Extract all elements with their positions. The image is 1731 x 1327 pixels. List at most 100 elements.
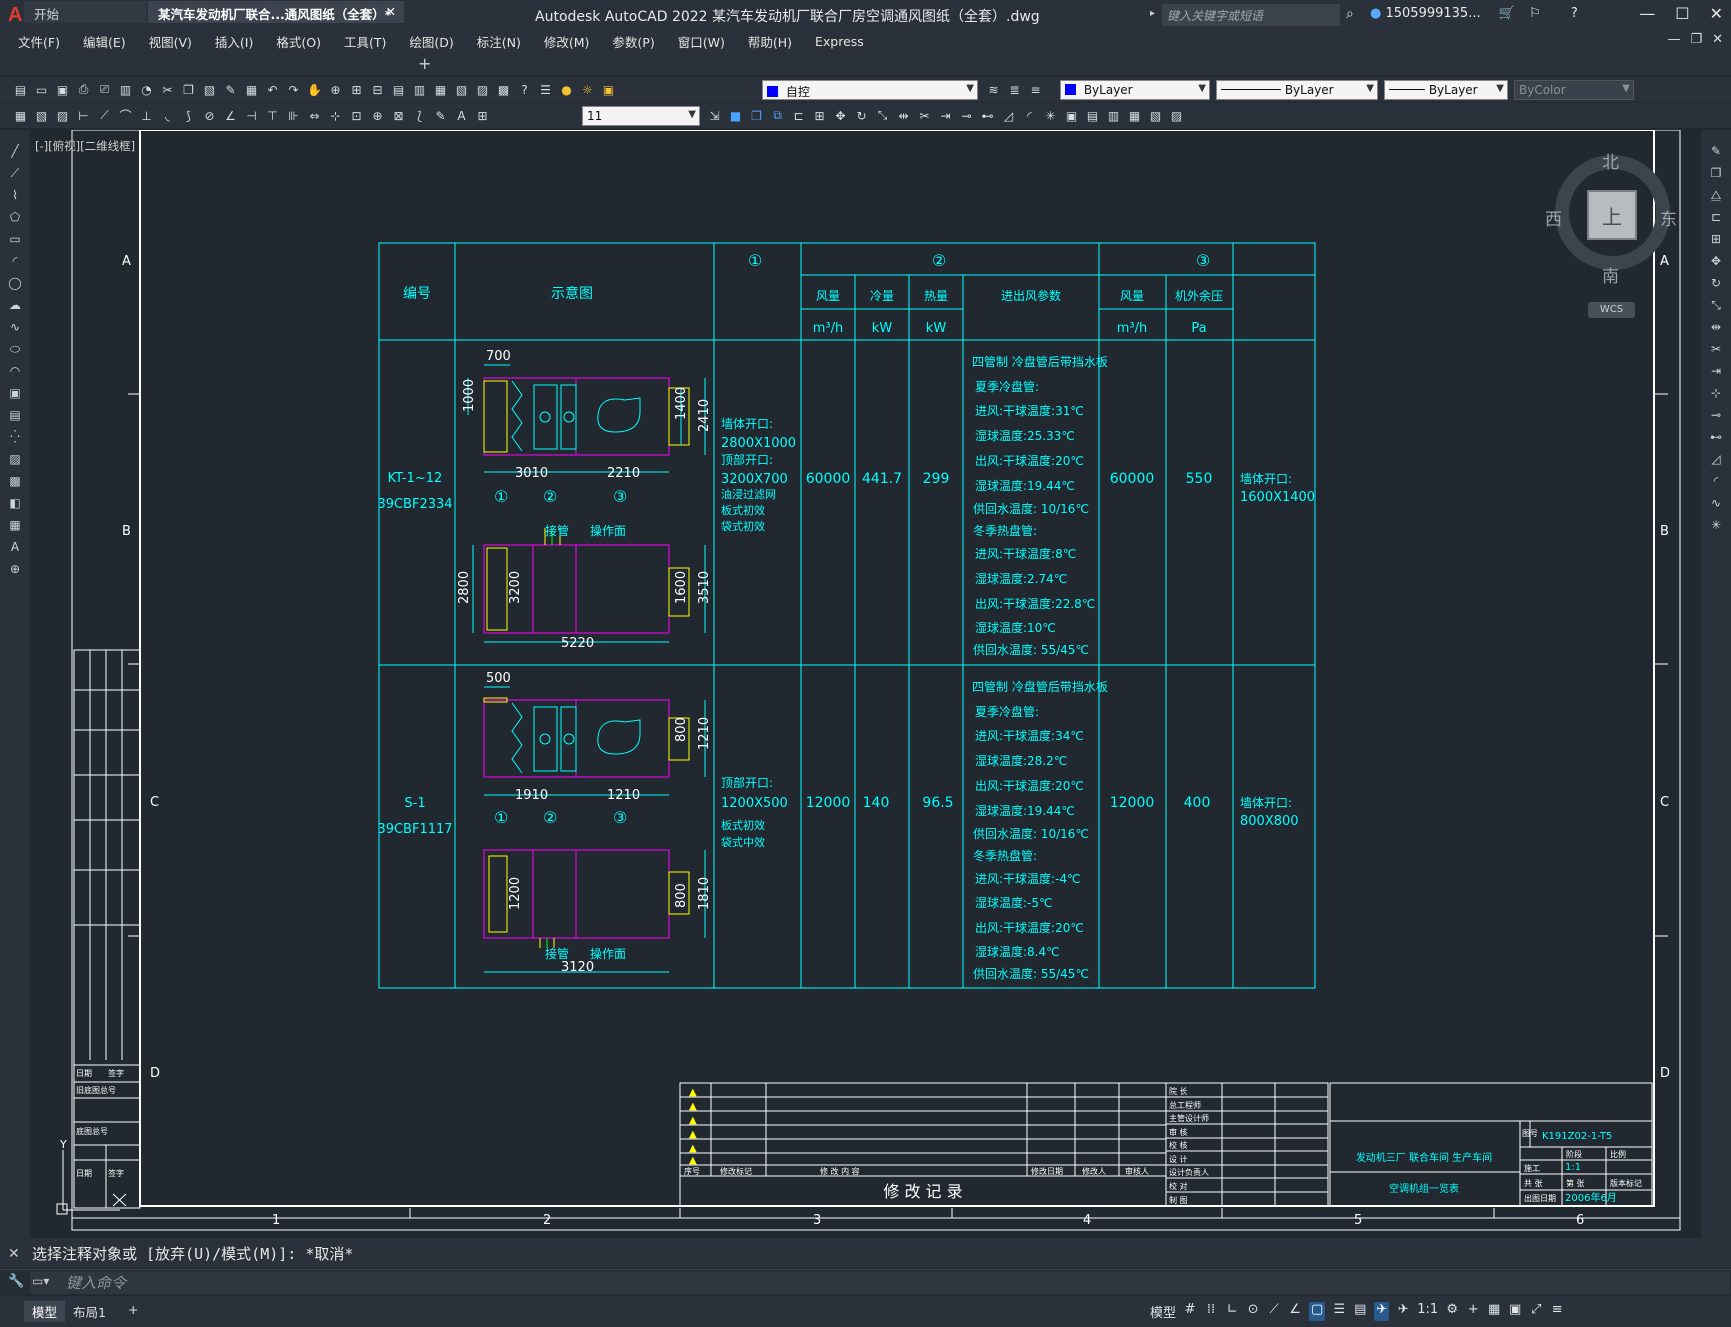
viewcube-east[interactable]: 东 [1660, 205, 1677, 230]
auto-scale-icon[interactable]: ✈ [1396, 1302, 1410, 1321]
snap-icon[interactable]: ⁞⁞ [1204, 1302, 1218, 1321]
offset-icon[interactable]: ⊏ [790, 107, 807, 124]
doc-restore-icon[interactable]: ❐ [1690, 32, 1702, 47]
break-icon[interactable]: ⊸ [958, 107, 975, 124]
search-input[interactable]: 键入关键字或短语 [1162, 4, 1340, 26]
explode-icon[interactable]: ✳ [1707, 516, 1725, 534]
scale-icon[interactable]: ⤡ [1707, 296, 1725, 314]
command-input[interactable]: 键入命令 [66, 1272, 126, 1293]
tolerance-icon[interactable]: ⊡ [348, 107, 365, 124]
trim-icon[interactable]: ✂ [916, 107, 933, 124]
properties-icon[interactable]: ▤ [390, 81, 407, 98]
jogged-dim-icon[interactable]: ⟆ [180, 107, 197, 124]
tab-model[interactable]: 模型 [24, 1301, 66, 1322]
extend-icon[interactable]: ⇥ [1707, 362, 1725, 380]
trim-icon[interactable]: ✂ [1707, 340, 1725, 358]
stretch-icon[interactable]: ⇹ [895, 107, 912, 124]
erase-icon[interactable]: ■ [727, 107, 744, 124]
spline-icon[interactable]: ∿ [6, 318, 24, 336]
dim-break-icon[interactable]: ⊹ [327, 107, 344, 124]
grid-icon[interactable]: # [1183, 1302, 1197, 1321]
fillet-icon[interactable]: ◜ [1707, 472, 1725, 490]
new-tab-button[interactable]: + [418, 54, 431, 73]
open-icon[interactable]: ▭ [33, 81, 50, 98]
tab-drawing[interactable]: 某汽车发动机厂联合...通风图纸（全套）* ✕ [148, 1, 404, 23]
ellipse-icon[interactable]: ⬭ [6, 340, 24, 358]
isodraft-icon[interactable]: ⟋ [1267, 1302, 1281, 1321]
tab-start[interactable]: 开始 [24, 1, 146, 23]
dim-style-dropdown[interactable]: 11 ▼ [582, 106, 700, 126]
baseline-dim-icon[interactable]: ⊤ [264, 107, 281, 124]
design-center-icon[interactable]: ▥ [411, 81, 428, 98]
menu-draw[interactable]: 绘图(D) [409, 32, 453, 51]
tab-close-icon[interactable]: ✕ [386, 4, 396, 19]
menu-edit[interactable]: 编辑(E) [83, 32, 126, 51]
menu-window[interactable]: 窗口(W) [678, 32, 725, 51]
dim-style-set-icon[interactable]: ⇲ [706, 107, 723, 124]
layer-lock-icon[interactable]: ▣ [600, 81, 617, 98]
autocad-logo[interactable]: A [8, 4, 22, 27]
aligned-dim-icon[interactable]: ⟋ [96, 107, 113, 124]
redo-icon[interactable]: ↷ [285, 81, 302, 98]
3d-dwf-icon[interactable]: ◔ [138, 81, 155, 98]
erase-icon[interactable]: ✎ [1707, 142, 1725, 160]
menu-view[interactable]: 视图(V) [149, 32, 192, 51]
doc-close-icon[interactable]: ✕ [1712, 32, 1723, 47]
zoom-realtime-icon[interactable]: ⊕ [327, 81, 344, 98]
dim-edit-icon[interactable]: ✎ [432, 107, 449, 124]
center-mark-icon[interactable]: ⊕ [369, 107, 386, 124]
ordinate-dim-icon[interactable]: ⊥ [138, 107, 155, 124]
transparency-icon[interactable]: ▤ [1353, 1302, 1367, 1321]
attdef-icon[interactable]: ▥ [1105, 107, 1122, 124]
dim-update-icon[interactable]: ▦ [12, 107, 29, 124]
layer-previous-icon[interactable]: ≣ [1006, 81, 1023, 98]
point-icon[interactable]: ⁛ [6, 428, 24, 446]
publish-icon[interactable]: ▥ [117, 81, 134, 98]
dim-text-edit-icon[interactable]: A [453, 107, 470, 124]
mirror-icon[interactable]: ⧉ [769, 107, 786, 124]
autodesk-app-icon[interactable]: ⚐ [1529, 6, 1541, 21]
dim-reassociate-icon[interactable]: ⊞ [474, 107, 491, 124]
rectangle-icon[interactable]: ▭ [6, 230, 24, 248]
units-icon[interactable]: ▦ [1487, 1302, 1501, 1321]
ellipse-arc-icon[interactable]: ◠ [6, 362, 24, 380]
menu-help[interactable]: 帮助(H) [748, 32, 792, 51]
menu-format[interactable]: 格式(O) [276, 32, 321, 51]
user-account[interactable]: ● 1505999135... 🛒 ⚐ ? [1370, 6, 1578, 21]
block-make-icon[interactable]: ▤ [1084, 107, 1101, 124]
menu-modify[interactable]: 修改(M) [544, 32, 590, 51]
circle-icon[interactable]: ◯ [6, 274, 24, 292]
layer-dropdown[interactable]: 自控 ▼ [762, 80, 978, 100]
move-icon[interactable]: ✥ [832, 107, 849, 124]
fillet-icon[interactable]: ◜ [1021, 107, 1038, 124]
break-at-point-icon[interactable]: ⊹ [1707, 384, 1725, 402]
quickcalc-icon[interactable]: ▩ [495, 81, 512, 98]
linetype-dropdown[interactable]: ByLayer ▼ [1216, 80, 1378, 100]
zoom-previous-icon[interactable]: ⊟ [369, 81, 386, 98]
polar-icon[interactable]: ⊙ [1246, 1302, 1260, 1321]
menu-dimension[interactable]: 标注(N) [477, 32, 521, 51]
copy-icon[interactable]: ❐ [180, 81, 197, 98]
make-current-icon[interactable]: ≋ [985, 81, 1002, 98]
construction-line-icon[interactable]: ⟋ [6, 164, 24, 182]
clean-screen-icon[interactable]: ⤢ [1529, 1302, 1543, 1321]
doc-minimize-icon[interactable]: — [1667, 32, 1680, 47]
menu-tools[interactable]: 工具(T) [344, 32, 386, 51]
qnew-icon[interactable]: ▤ [12, 81, 29, 98]
annotation-scale[interactable]: 1:1 [1417, 1302, 1438, 1321]
rotate-icon[interactable]: ↻ [853, 107, 870, 124]
add-selected-icon[interactable]: ⊕ [6, 560, 24, 578]
search-expand-icon[interactable]: ▸ [1150, 8, 1155, 19]
polygon-icon[interactable]: ⬠ [6, 208, 24, 226]
lineweight-icon[interactable]: ☰ [1332, 1302, 1346, 1321]
help-icon[interactable]: ? [516, 81, 533, 98]
command-input-field[interactable] [30, 1272, 1730, 1294]
ortho-icon[interactable]: ∟ [1225, 1302, 1239, 1321]
scale-icon[interactable]: ⤡ [874, 107, 891, 124]
menu-parametric[interactable]: 参数(P) [612, 32, 654, 51]
make-block-icon[interactable]: ▤ [6, 406, 24, 424]
diameter-dim-icon[interactable]: ⊘ [201, 107, 218, 124]
gradient-icon[interactable]: ▩ [6, 472, 24, 490]
dim-override-icon[interactable]: ▨ [54, 107, 71, 124]
quick-dim-icon[interactable]: ⊣ [243, 107, 260, 124]
